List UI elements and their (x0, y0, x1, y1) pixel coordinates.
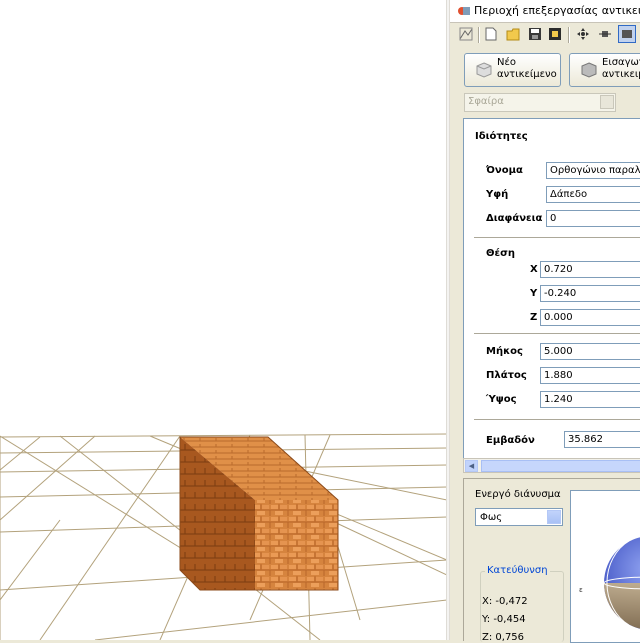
brick-box (179, 436, 339, 591)
scroll-thumb[interactable] (481, 460, 640, 472)
move-icon[interactable] (574, 25, 592, 43)
position-y-field[interactable]: -0.240 (540, 285, 640, 302)
direction-y: Y: -0,454 (482, 614, 526, 625)
name-field[interactable]: Ορθογώνιο παραλληλ (546, 162, 640, 179)
position-z-field[interactable]: 0.000 (540, 309, 640, 326)
z-label: Z (530, 312, 538, 323)
toolbar-separator (568, 27, 570, 43)
texture-field[interactable]: Δάπεδο (546, 186, 640, 203)
chevron-down-icon (600, 95, 614, 109)
panel-titlebar: Περιοχή επεξεργασίας αντικειμένων (450, 0, 640, 23)
y-label: Y (530, 288, 538, 299)
import-object-button[interactable]: Εισαγωγή αντικειμέ (569, 53, 640, 87)
height-field[interactable]: 1.240 (540, 391, 640, 408)
divider (474, 237, 640, 238)
vector-select-value: Φως (480, 512, 503, 523)
globe-icon: ε (579, 537, 640, 629)
export-icon[interactable] (546, 25, 564, 43)
position-x-field[interactable]: 0.720 (540, 261, 640, 278)
x-label: X (530, 264, 538, 275)
texture-label: Υφή (486, 189, 509, 200)
divider (474, 419, 640, 420)
properties-heading: Ιδιότητες (475, 131, 528, 142)
chevron-down-icon (547, 510, 561, 524)
vector-panel: Ενεργό διάνυσμα Φως Κατεύθυνση X: -0,472… (463, 478, 640, 643)
direction-z: Z: 0,756 (482, 632, 525, 643)
length-label: Μήκος (486, 346, 523, 357)
length-field[interactable]: 5.000 (540, 343, 640, 360)
transparency-field[interactable]: 0 (546, 210, 640, 227)
area-label: Εμβαδόν (486, 435, 535, 446)
direction-group-title: Κατεύθυνση (485, 565, 550, 576)
new-object-label: Νέο αντικείμενο (497, 57, 557, 80)
new-object-button[interactable]: Νέο αντικείμενο (464, 53, 561, 87)
import-object-label: Εισαγωγή αντικειμέ (602, 57, 640, 80)
toolbar-separator (478, 27, 480, 43)
properties-panel: Ιδιότητες Όνομα Ορθογώνιο παραλληλ Υφή Δ… (463, 118, 640, 460)
position-label: Θέση (486, 248, 515, 259)
active-vector-label: Ενεργό διάνυσμα (475, 489, 561, 500)
3d-viewport[interactable] (0, 0, 447, 640)
width-label: Πλάτος (486, 370, 527, 381)
properties-scrollbar[interactable]: ◀ (463, 458, 640, 473)
name-label: Όνομα (486, 165, 523, 176)
transparency-label: Διαφάνεια (486, 213, 543, 224)
direction-globe-view[interactable]: ε (570, 490, 640, 643)
scene-icon[interactable] (457, 25, 475, 43)
new-file-icon[interactable] (482, 25, 500, 43)
area-field: 35.862 (564, 431, 640, 448)
divider (474, 333, 640, 334)
save-icon[interactable] (526, 25, 544, 43)
panel-title: Περιοχή επεξεργασίας αντικειμένων (474, 4, 640, 17)
object-editor-icon (458, 7, 470, 15)
cube-icon (476, 62, 492, 78)
vector-select[interactable]: Φως (475, 508, 563, 526)
resize-icon[interactable] (596, 25, 614, 43)
svg-text:ε: ε (579, 586, 583, 594)
shape-select-value: Σφαίρα (468, 96, 504, 107)
import-icon (581, 62, 597, 78)
height-label: Ύψος (486, 394, 517, 405)
toolbar (450, 24, 640, 46)
scroll-left-icon[interactable]: ◀ (465, 460, 478, 472)
width-field[interactable]: 1.880 (540, 367, 640, 384)
scene-canvas (0, 433, 447, 640)
view-icon[interactable] (618, 25, 636, 43)
direction-x: X: -0,472 (482, 596, 528, 607)
open-folder-icon[interactable] (504, 25, 522, 43)
shape-select[interactable]: Σφαίρα (464, 93, 616, 112)
